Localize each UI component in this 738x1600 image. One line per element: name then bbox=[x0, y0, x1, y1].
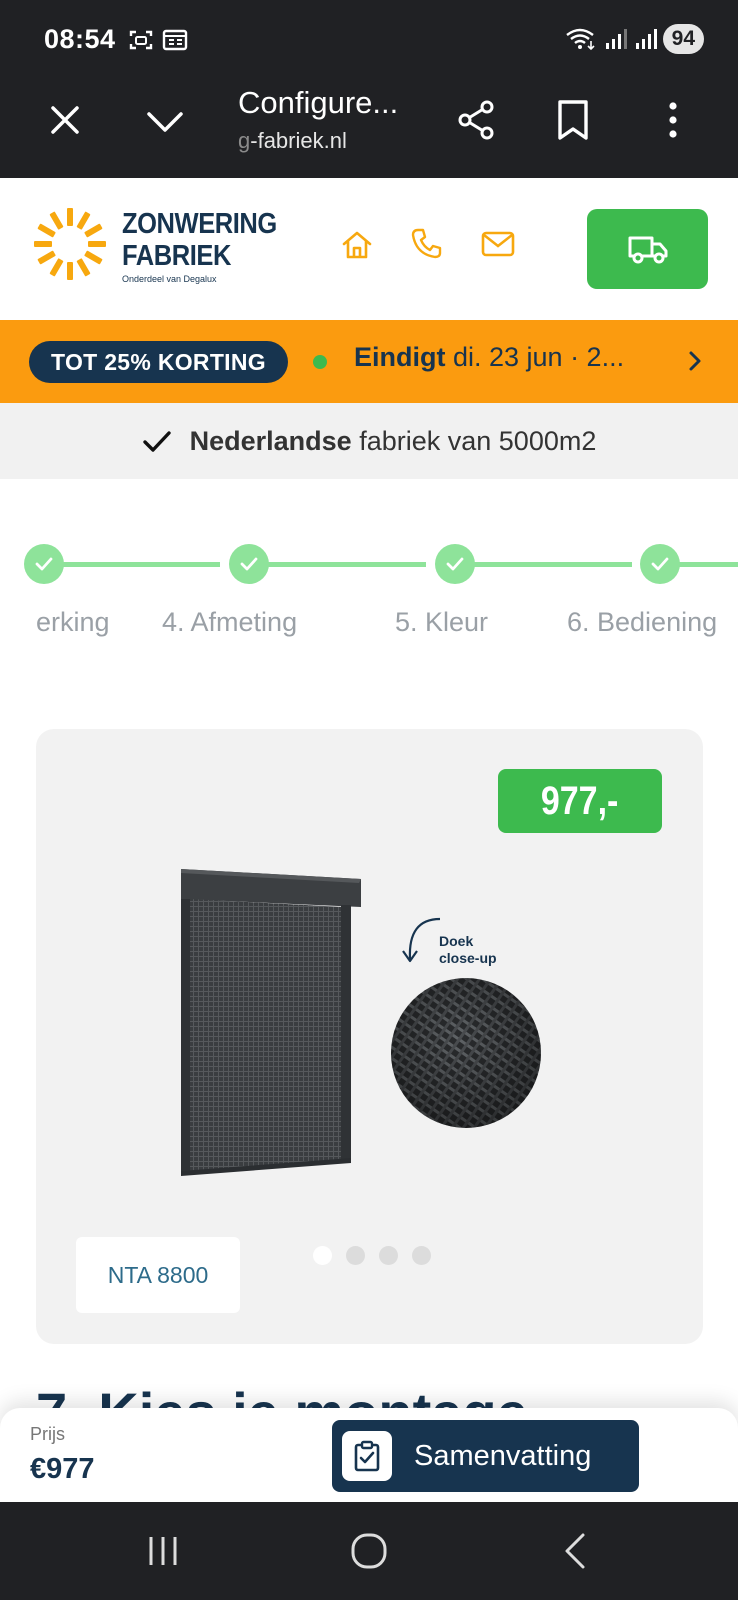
promo-banner[interactable]: TOT 25% KORTING Eindigt di. 23 jun · 2..… bbox=[0, 320, 738, 403]
status-right-icons: 94 bbox=[565, 24, 704, 54]
delivery-button[interactable] bbox=[587, 209, 708, 289]
nta-certification-tag: NTA 8800 bbox=[76, 1237, 240, 1313]
discount-badge: TOT 25% KORTING bbox=[29, 341, 288, 383]
closeup-label: Doek close-up bbox=[439, 933, 497, 966]
step-connector bbox=[60, 562, 220, 567]
summary-button[interactable]: Samenvatting bbox=[332, 1420, 639, 1492]
step-5-complete[interactable] bbox=[435, 544, 475, 584]
price-value: €977 bbox=[30, 1453, 95, 1485]
check-icon bbox=[446, 557, 464, 571]
live-indicator-dot bbox=[313, 355, 327, 369]
browser-toolbar: Configure... g-fabriek.nl bbox=[0, 80, 738, 178]
close-icon[interactable] bbox=[45, 100, 85, 140]
back-icon[interactable] bbox=[562, 1532, 588, 1570]
step-label[interactable]: 6. Bediening bbox=[567, 607, 717, 638]
usp-text: Nederlandse fabriek van 5000m2 bbox=[189, 425, 597, 456]
truck-icon bbox=[628, 236, 667, 264]
status-time: 08:54 bbox=[44, 24, 116, 54]
home-button-icon[interactable] bbox=[350, 1532, 388, 1570]
mail-icon[interactable] bbox=[481, 230, 515, 258]
system-navigation-bar bbox=[0, 1502, 738, 1600]
recent-apps-icon[interactable] bbox=[146, 1534, 180, 1568]
sticky-price-bar: Prijs €977 Samenvatting bbox=[0, 1408, 738, 1502]
signal-icon-2 bbox=[635, 29, 657, 49]
browser-page-title: Configure... bbox=[238, 85, 399, 120]
step-connector bbox=[472, 562, 632, 567]
status-bar: 08:54 94 bbox=[0, 0, 738, 80]
check-icon bbox=[651, 557, 669, 571]
phone-icon[interactable] bbox=[410, 226, 444, 260]
carousel-dot[interactable] bbox=[346, 1246, 365, 1265]
price-badge: 977,- bbox=[498, 769, 662, 833]
usp-bar: Nederlandse fabriek van 5000m2 bbox=[0, 403, 738, 479]
step-6-complete[interactable] bbox=[640, 544, 680, 584]
fabric-closeup-image bbox=[391, 978, 541, 1128]
step-label[interactable]: erking bbox=[36, 607, 110, 638]
product-card: 977,- Doek close-up NTA 8800 bbox=[36, 729, 703, 1344]
home-icon[interactable] bbox=[340, 228, 374, 262]
carousel-pagination bbox=[313, 1246, 431, 1265]
battery-level: 94 bbox=[662, 24, 704, 54]
chevron-right-icon[interactable] bbox=[684, 347, 706, 375]
clipboard-check-icon bbox=[342, 1431, 392, 1481]
step-label[interactable]: 4. Afmeting bbox=[162, 607, 297, 638]
carousel-dot[interactable] bbox=[379, 1246, 398, 1265]
promo-end-date: Eindigt di. 23 jun · 2... bbox=[354, 342, 625, 372]
carousel-dot[interactable] bbox=[313, 1246, 332, 1265]
browser-url[interactable]: g-fabriek.nl bbox=[238, 128, 347, 154]
step-connector bbox=[266, 562, 426, 567]
step-3-complete[interactable] bbox=[24, 544, 64, 584]
screenshot-icon bbox=[129, 30, 153, 50]
step-4-complete[interactable] bbox=[229, 544, 269, 584]
bookmark-icon[interactable] bbox=[555, 98, 591, 142]
summary-button-label: Samenvatting bbox=[414, 1439, 592, 1472]
site-header: ZONWERING FABRIEK Onderdeel van Degalux bbox=[0, 178, 738, 320]
check-icon bbox=[35, 557, 53, 571]
checkmark-icon bbox=[142, 431, 171, 452]
step-connector bbox=[678, 562, 738, 567]
step-label[interactable]: 5. Kleur bbox=[395, 607, 488, 638]
price-label: Prijs bbox=[30, 1424, 65, 1444]
wifi-icon bbox=[565, 28, 595, 51]
more-options-icon[interactable] bbox=[655, 98, 691, 142]
logo-wordmark[interactable]: ZONWERING FABRIEK Onderdeel van Degalux bbox=[122, 208, 298, 284]
signal-icon bbox=[605, 29, 627, 49]
configurator-steps: erking 4. Afmeting 5. Kleur 6. Bediening bbox=[0, 535, 738, 645]
share-icon[interactable] bbox=[455, 98, 497, 142]
carousel-dot[interactable] bbox=[412, 1246, 431, 1265]
screen-product-image[interactable] bbox=[181, 869, 361, 1179]
check-icon bbox=[240, 557, 258, 571]
chevron-down-icon[interactable] bbox=[143, 102, 187, 142]
calendar-icon bbox=[162, 29, 188, 51]
logo-sun-icon[interactable] bbox=[32, 206, 108, 282]
